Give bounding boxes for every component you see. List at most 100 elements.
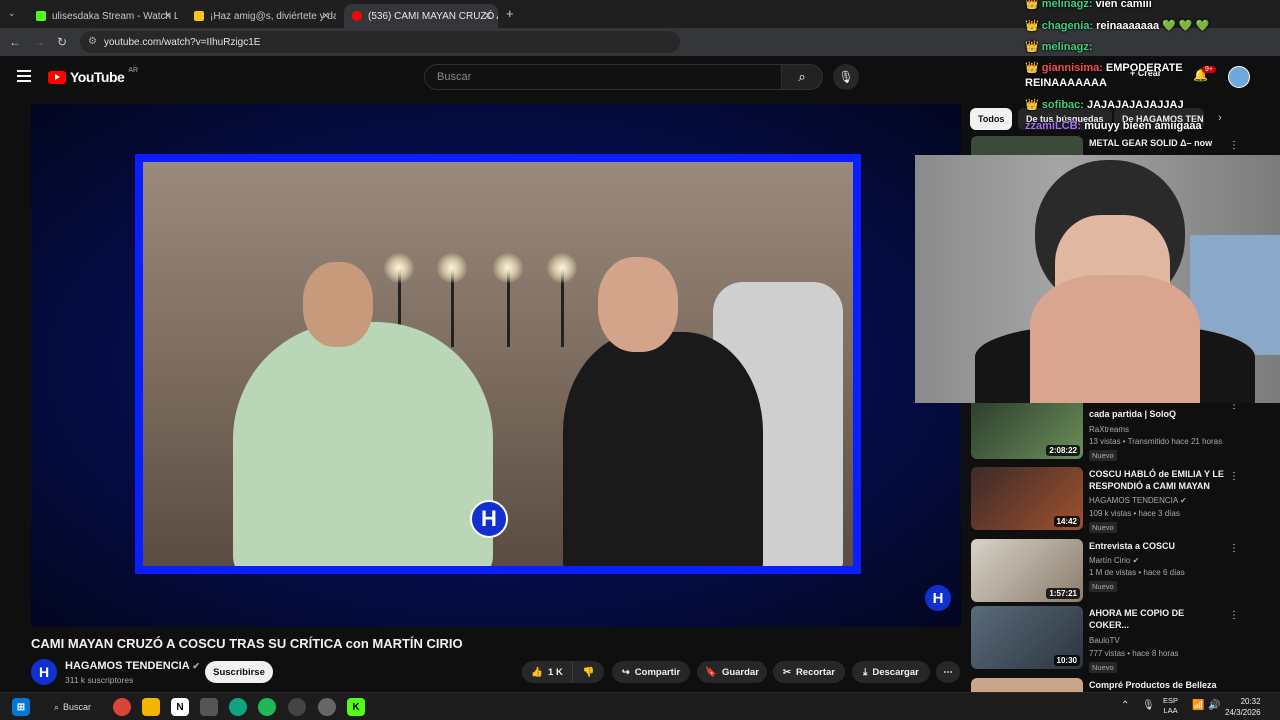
reload-icon[interactable]: ↻	[57, 35, 67, 49]
chat-user: melinagz:	[1041, 41, 1093, 53]
rec-title[interactable]: COSCU HABLÓ de EMILIA Y LE RESPONDIÓ a C…	[1089, 468, 1229, 492]
duration-badge: 2:08:22	[1046, 445, 1080, 456]
video-thumbnail[interactable]: 2:08:22	[971, 396, 1083, 459]
microphone-icon[interactable]: 🎙	[1142, 700, 1155, 711]
wifi-icon[interactable]: 📶	[1192, 700, 1204, 711]
spotify-icon[interactable]	[258, 698, 276, 716]
new-badge: Nuevo	[1089, 522, 1117, 533]
address-bar[interactable]: ⚙ youtube.com/watch?v=IIhuRzigc1E	[80, 31, 680, 53]
rec-channel[interactable]: HAGAMOS TENDENCIA ✔	[1089, 496, 1187, 505]
chrome-icon[interactable]	[113, 698, 131, 716]
list-item[interactable]: 1:57:21 Entrevista a COSCU Martín Cirio …	[971, 539, 1271, 603]
rec-title[interactable]: cada partida | SoloQ	[1089, 408, 1229, 420]
channel-avatar[interactable]: H	[31, 659, 57, 685]
windows-taskbar: ⊞ ⌕ Buscar N K ⌃ 🎙 ESP LAA 📶 🔊 20:32 24/3/2…	[0, 692, 1280, 720]
country-code: AR	[128, 66, 139, 74]
taskbar-search[interactable]: ⌕ Buscar	[46, 697, 106, 717]
youtube-logo[interactable]: YouTube AR	[48, 66, 139, 85]
wall-lamp	[437, 253, 467, 347]
youtube-wordmark: YouTube	[70, 69, 125, 85]
chat-message: zzamiLCB: muuyy bieen amiigaaa	[1025, 120, 1202, 132]
app-icon[interactable]	[200, 698, 218, 716]
rec-title[interactable]: Entrevista a COSCU	[1089, 540, 1229, 552]
video-thumbnail[interactable]: 1:57:21	[971, 539, 1083, 602]
more-vert-icon[interactable]: ⋮	[1229, 140, 1239, 151]
rec-meta: 13 vistas • Transmitido hace 21 horas	[1089, 437, 1223, 446]
subscribe-button[interactable]: Suscribirse	[205, 661, 273, 683]
video-thumbnail[interactable]: 14:42	[971, 467, 1083, 530]
clip-button[interactable]: ✂ Recortar	[773, 661, 845, 683]
share-button[interactable]: ↪ Compartir	[612, 661, 690, 683]
tab-list-icon[interactable]: ⌄	[8, 8, 16, 19]
tab-youtube[interactable]: (536) CAMI MAYAN CRUZÓ A C ✕	[344, 4, 498, 28]
tab-label: (536) CAMI MAYAN CRUZÓ A C	[368, 10, 498, 22]
video-thumbnail[interactable]	[971, 678, 1083, 692]
chat-text: reinaaaaaaa 💚 💚 💚	[1096, 20, 1210, 32]
lang-code: ESP	[1163, 696, 1179, 705]
app-icon[interactable]	[318, 698, 336, 716]
like-count: 1 K	[548, 666, 563, 678]
list-item[interactable]: 14:42 COSCU HABLÓ de EMILIA Y LE RESPOND…	[971, 467, 1271, 533]
rec-title[interactable]: AHORA ME COPIO DE COKER...	[1089, 607, 1224, 631]
rec-channel[interactable]: Martín Cirio ✔	[1089, 556, 1139, 565]
search-icon: ⌕	[798, 69, 806, 84]
file-explorer-icon[interactable]	[142, 698, 160, 716]
rec-channel[interactable]: BauloTV	[1089, 636, 1120, 645]
rec-title[interactable]: METAL GEAR SOLID Δ– now	[1089, 137, 1229, 149]
download-icon: ⤓	[863, 666, 868, 678]
like-button[interactable]: 👍 1 K	[522, 661, 572, 683]
chevron-up-icon[interactable]: ⌃	[1121, 700, 1129, 711]
app-icon[interactable]	[288, 698, 306, 716]
clock[interactable]: 20:32 24/3/2026	[1225, 696, 1261, 718]
dislike-button[interactable]: 👎	[572, 661, 604, 683]
badge-icon: 👑	[1025, 62, 1039, 74]
list-item[interactable]: Compré Productos de Belleza	[971, 678, 1271, 692]
site-info-icon[interactable]: ⚙	[88, 36, 97, 47]
clock-time: 20:32	[1240, 697, 1261, 706]
windows-start-icon[interactable]: ⊞	[12, 698, 30, 716]
new-tab-icon[interactable]: +	[506, 6, 514, 21]
rec-title[interactable]: Compré Productos de Belleza	[1089, 679, 1229, 691]
more-vert-icon[interactable]: ⋮	[1229, 543, 1239, 554]
tab-chat-site[interactable]: ¡Haz amig@s, diviértete y date ✕	[186, 4, 336, 28]
rec-meta: 109 k vistas • hace 3 días	[1089, 509, 1180, 518]
search-button[interactable]: ⌕	[781, 64, 823, 90]
search-input[interactable]: Buscar	[424, 64, 782, 90]
list-item[interactable]: 2:08:22 cada partida | SoloQ RaXtreams 1…	[971, 396, 1271, 461]
language-indicator[interactable]: ESP LAA	[1163, 696, 1178, 716]
chevron-right-icon[interactable]: ›	[1218, 112, 1222, 124]
tab-kick[interactable]: ulisesdaka Stream - Watch Live ✕	[28, 4, 178, 28]
more-icon: ⋯	[943, 666, 953, 678]
badge-icon: 👑	[1025, 99, 1039, 111]
bookmark-icon: 🔖	[705, 666, 717, 678]
download-button[interactable]: ⤓ Descargar	[852, 661, 930, 683]
channel-watermark[interactable]: H	[925, 585, 951, 611]
rec-meta: 1 M de vistas • hace 6 días	[1089, 568, 1185, 577]
chip-all[interactable]: Todos	[970, 108, 1013, 130]
channel-name[interactable]: HAGAMOS TENDENCIA ✔	[65, 660, 200, 672]
video-thumbnail[interactable]: 10:30	[971, 606, 1083, 669]
close-icon[interactable]: ✕	[164, 11, 172, 22]
more-actions-button[interactable]: ⋯	[936, 661, 960, 683]
menu-icon[interactable]	[17, 70, 31, 82]
wall-lamp	[547, 253, 577, 347]
list-item[interactable]: 10:30 AHORA ME COPIO DE COKER... BauloTV…	[971, 606, 1271, 673]
rec-channel[interactable]: RaXtreams	[1089, 425, 1129, 434]
volume-icon[interactable]: 🔊	[1208, 700, 1220, 711]
more-vert-icon[interactable]: ⋮	[1229, 610, 1239, 621]
chat-user: giannisima:	[1041, 62, 1103, 74]
voice-search-button[interactable]: 🎙	[833, 64, 859, 90]
kick-icon[interactable]: K	[347, 698, 365, 716]
chat-message: 👑 melinagz: vien camiii	[1025, 0, 1152, 10]
close-icon[interactable]: ✕	[484, 11, 492, 22]
notion-icon[interactable]: N	[171, 698, 189, 716]
chat-message: 👑 melinagz:	[1025, 40, 1096, 53]
back-icon[interactable]: ←	[9, 35, 21, 49]
more-vert-icon[interactable]: ⋮	[1229, 471, 1239, 482]
chatgpt-icon[interactable]	[229, 698, 247, 716]
avatar[interactable]	[1228, 66, 1250, 88]
clip-label: Recortar	[795, 666, 836, 678]
forward-icon[interactable]: →	[33, 35, 45, 49]
save-button[interactable]: 🔖 Guardar	[697, 661, 767, 683]
close-icon[interactable]: ✕	[322, 11, 330, 22]
